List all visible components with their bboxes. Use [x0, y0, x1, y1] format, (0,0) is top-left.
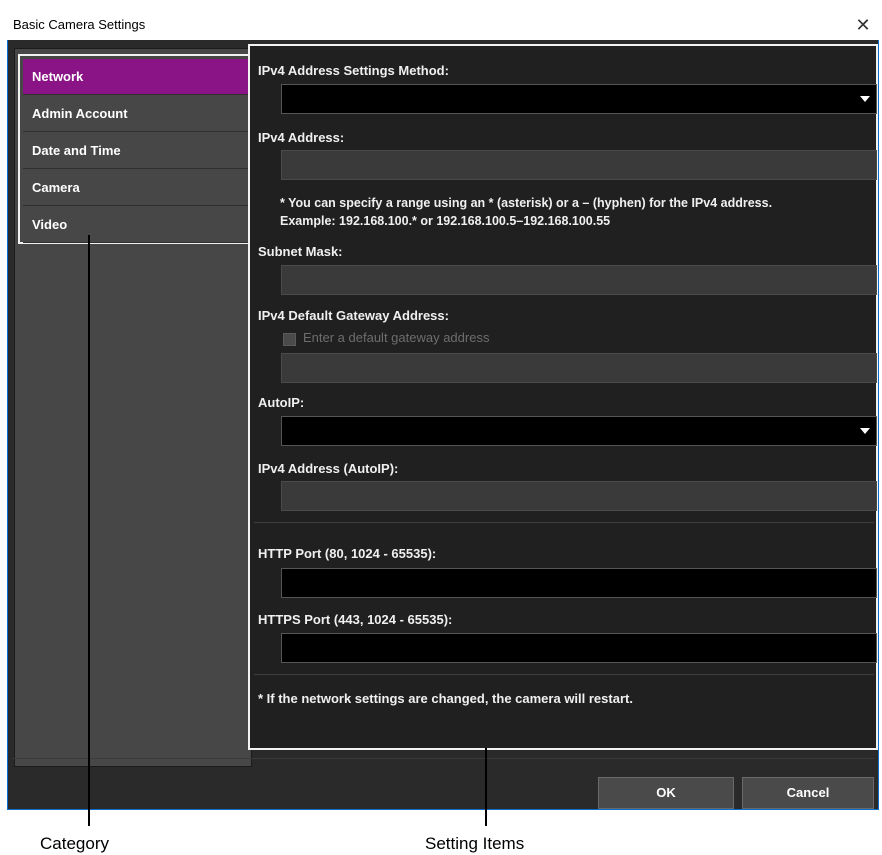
setting-items-callout-label: Setting Items — [425, 834, 525, 853]
category-column: Network Admin Account Date and Time Came… — [14, 48, 252, 767]
ipv4-address-input[interactable] — [281, 150, 877, 180]
category-item-date-and-time[interactable]: Date and Time — [23, 133, 248, 169]
dialog-client-area: Network Admin Account Date and Time Came… — [8, 40, 878, 809]
category-item-camera[interactable]: Camera — [23, 170, 248, 206]
settings-panel: IPv4 Address Settings Method: IPv4 Addre… — [248, 44, 878, 750]
title-bar: Basic Camera Settings ✕ — [7, 10, 879, 40]
autoip-select[interactable] — [281, 416, 877, 446]
subnet-mask-input[interactable] — [281, 265, 877, 295]
cancel-button[interactable]: Cancel — [742, 777, 874, 809]
button-bar-divider — [12, 758, 874, 759]
setting-items-callout-line — [485, 748, 487, 826]
ipv4-method-select[interactable] — [281, 84, 877, 114]
gateway-label: IPv4 Default Gateway Address: — [258, 308, 449, 323]
chevron-down-icon — [860, 96, 870, 102]
dialog-title: Basic Camera Settings — [13, 17, 146, 32]
http-port-input[interactable] — [281, 568, 877, 598]
chevron-down-icon — [860, 428, 870, 434]
http-port-label: HTTP Port (80, 1024 - 65535): — [258, 546, 437, 561]
section-divider — [254, 522, 874, 523]
category-callout-line — [88, 235, 90, 826]
category-item-admin-account[interactable]: Admin Account — [23, 96, 248, 132]
autoip-address-label: IPv4 Address (AutoIP): — [258, 461, 399, 476]
basic-camera-settings-dialog: Basic Camera Settings ✕ Network Admin Ac… — [7, 10, 879, 810]
restart-note: * If the network settings are changed, t… — [258, 691, 633, 706]
gateway-address-input[interactable] — [281, 353, 877, 383]
category-callout-label: Category — [40, 834, 109, 853]
https-port-label: HTTPS Port (443, 1024 - 65535): — [258, 612, 453, 627]
category-item-network[interactable]: Network — [23, 59, 248, 95]
category-item-video[interactable]: Video — [23, 207, 248, 243]
ipv4-range-note-line2: Example: 192.168.100.* or 192.168.100.5–… — [280, 214, 611, 228]
ok-button[interactable]: OK — [598, 777, 734, 809]
https-port-input[interactable] — [281, 633, 877, 663]
subnet-mask-label: Subnet Mask: — [258, 244, 343, 259]
autoip-address-input[interactable] — [281, 481, 877, 511]
gateway-checkbox[interactable] — [283, 333, 296, 346]
gateway-checkbox-label: Enter a default gateway address — [303, 330, 490, 345]
close-icon[interactable]: ✕ — [853, 10, 873, 40]
ipv4-range-note-line1: * You can specify a range using an * (as… — [280, 196, 773, 210]
autoip-label: AutoIP: — [258, 395, 305, 410]
ipv4-address-label: IPv4 Address: — [258, 130, 345, 145]
section-divider — [254, 674, 874, 675]
category-list: Network Admin Account Date and Time Came… — [18, 54, 252, 244]
ipv4-method-label: IPv4 Address Settings Method: — [258, 63, 449, 78]
